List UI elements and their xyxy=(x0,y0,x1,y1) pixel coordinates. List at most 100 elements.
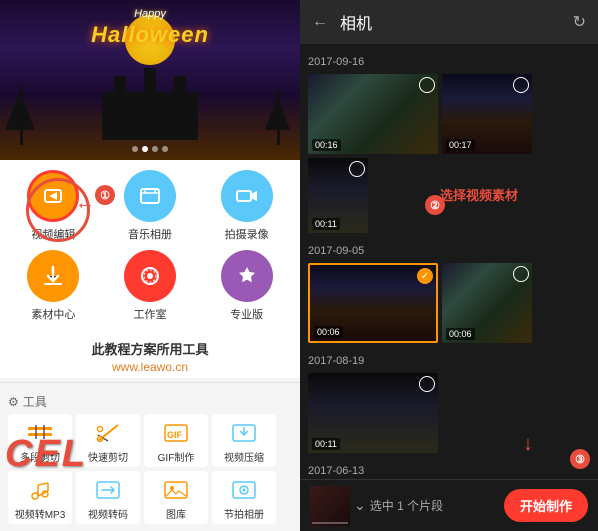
camera-scroll-area[interactable]: 2017-09-16 00:16 00:17 00:11 xyxy=(300,44,598,479)
video-thumb-1-1[interactable]: 00:16 xyxy=(308,74,438,154)
tool-compress-label: 视频压缩 xyxy=(224,449,264,464)
video-duration: 00:16 xyxy=(312,139,341,151)
tools-section: ⚙ 工具 多段剪切 快速剪切 xyxy=(0,387,300,528)
tool-beat-album[interactable]: 节拍相册 xyxy=(212,471,276,524)
dot-1 xyxy=(132,146,138,152)
tool-mp3-label: 视频转MP3 xyxy=(15,506,66,521)
video-duration: 00:06 xyxy=(314,326,343,338)
video-duration: 00:11 xyxy=(312,438,340,450)
back-button[interactable]: ← xyxy=(312,13,328,31)
castle-decoration xyxy=(90,60,210,140)
music-album-label: 音乐相册 xyxy=(128,226,172,242)
tool-compress[interactable]: 视频压缩 xyxy=(212,414,276,467)
video-check[interactable] xyxy=(349,161,365,177)
app-row-2: 素材中心 工作室 专业版 xyxy=(5,250,295,322)
video-check[interactable] xyxy=(513,77,529,93)
watermark-line1: 此教程方案所用工具 xyxy=(0,335,300,360)
mp3-icon xyxy=(24,476,56,504)
selection-text: 选中 1 个片段 xyxy=(370,497,443,514)
video-edit-label: 视频编辑 xyxy=(31,226,75,242)
collapse-arrow[interactable]: ⌄ xyxy=(354,497,366,514)
app-studio[interactable]: 工作室 xyxy=(110,250,190,322)
start-button[interactable]: 开始制作 xyxy=(504,489,588,522)
video-check[interactable] xyxy=(419,376,435,392)
beat-album-icon xyxy=(228,476,260,504)
material-center-icon xyxy=(27,250,79,302)
tree-left xyxy=(20,85,23,145)
dot-3 xyxy=(152,146,158,152)
gear-icon: ⚙ xyxy=(8,395,19,409)
music-album-icon xyxy=(124,170,176,222)
refresh-button[interactable]: ↻ xyxy=(573,12,586,32)
video-duration: 00:11 xyxy=(312,218,340,230)
halloween-title: Halloween xyxy=(91,22,209,48)
tool-beat-album-label: 节拍相册 xyxy=(224,506,264,521)
dot-2 xyxy=(142,146,148,152)
tool-gallery[interactable]: 图库 xyxy=(144,471,208,524)
quick-cut-icon xyxy=(92,419,124,447)
gif-icon: GIF xyxy=(160,419,192,447)
selected-thumb-preview xyxy=(310,486,350,526)
tool-multi-cut-label: 多段剪切 xyxy=(20,449,60,464)
studio-icon xyxy=(124,250,176,302)
tool-quick-cut[interactable]: 快速剪切 xyxy=(76,414,140,467)
video-group-1: 00:16 00:17 00:11 xyxy=(308,74,590,233)
divider xyxy=(0,382,300,383)
app-pro[interactable]: 专业版 xyxy=(207,250,287,322)
video-thumb-2-2[interactable]: 00:06 xyxy=(442,263,532,343)
gallery-icon xyxy=(160,476,192,504)
camera-header: ← 相机 ↻ xyxy=(300,0,598,44)
date-label-3: 2017-08-19 xyxy=(308,351,590,373)
tool-gif-label: GIF制作 xyxy=(158,449,195,464)
app-music-album[interactable]: 音乐相册 xyxy=(110,170,190,242)
video-duration: 00:06 xyxy=(446,328,475,340)
material-center-label: 素材中心 xyxy=(31,306,75,322)
video-check[interactable] xyxy=(513,266,529,282)
tool-mp3[interactable]: 视频转MP3 xyxy=(8,471,72,524)
selection-info: ⌄ 选中 1 个片段 xyxy=(310,486,504,526)
camera-footer: ⌄ 选中 1 个片段 开始制作 xyxy=(300,479,598,531)
camera-title: 相机 xyxy=(340,10,561,34)
pro-icon xyxy=(221,250,273,302)
app-row-1: 视频编辑 音乐相册 拍摄录像 xyxy=(5,170,295,242)
video-check-selected[interactable] xyxy=(417,268,433,284)
app-record-video[interactable]: 拍摄录像 xyxy=(207,170,287,242)
date-label-2: 2017-09-05 xyxy=(308,241,590,263)
video-group-3: 00:11 xyxy=(308,373,590,453)
studio-label: 工作室 xyxy=(133,306,166,322)
video-check[interactable] xyxy=(419,77,435,93)
tool-gallery-label: 图库 xyxy=(166,506,186,521)
pro-label: 专业版 xyxy=(230,306,263,322)
tools-header-label: 工具 xyxy=(23,393,47,410)
video-group-2: 00:06 00:06 xyxy=(308,263,590,343)
halloween-banner: Happy Halloween xyxy=(0,0,300,160)
tool-multi-cut[interactable]: 多段剪切 xyxy=(8,414,72,467)
app-material-center[interactable]: 素材中心 xyxy=(13,250,93,322)
tools-header: ⚙ 工具 xyxy=(8,391,292,414)
video-edit-icon xyxy=(27,170,79,222)
happy-text: Happy xyxy=(134,8,166,20)
compress-icon xyxy=(228,419,260,447)
svg-text:GIF: GIF xyxy=(167,430,183,440)
video-thumb-3-1[interactable]: 00:11 xyxy=(308,373,438,453)
date-label-1: 2017-09-16 xyxy=(308,52,590,74)
tool-gif[interactable]: GIF GIF制作 xyxy=(144,414,208,467)
video-thumb-1-2[interactable]: 00:17 xyxy=(442,74,532,154)
watermark-url: www.leawo.cn xyxy=(0,360,300,378)
tools-grid: 多段剪切 快速剪切 GIF GIF制作 xyxy=(8,414,292,524)
transcode-icon xyxy=(92,476,124,504)
video-thumb-1-3[interactable]: 00:11 xyxy=(308,158,368,233)
banner-dots xyxy=(132,146,168,152)
tool-quick-cut-label: 快速剪切 xyxy=(88,449,128,464)
video-thumb-2-1[interactable]: 00:06 xyxy=(308,263,438,343)
record-video-icon xyxy=(221,170,273,222)
tool-transcode[interactable]: 视频转码 xyxy=(76,471,140,524)
video-duration: 00:17 xyxy=(446,139,475,151)
tree-right xyxy=(277,90,280,145)
app-video-edit[interactable]: 视频编辑 xyxy=(13,170,93,242)
date-label-4: 2017-06-13 xyxy=(308,461,590,479)
record-video-label: 拍摄录像 xyxy=(225,226,269,242)
tool-transcode-label: 视频转码 xyxy=(88,506,128,521)
multi-cut-icon xyxy=(24,419,56,447)
dot-4 xyxy=(162,146,168,152)
